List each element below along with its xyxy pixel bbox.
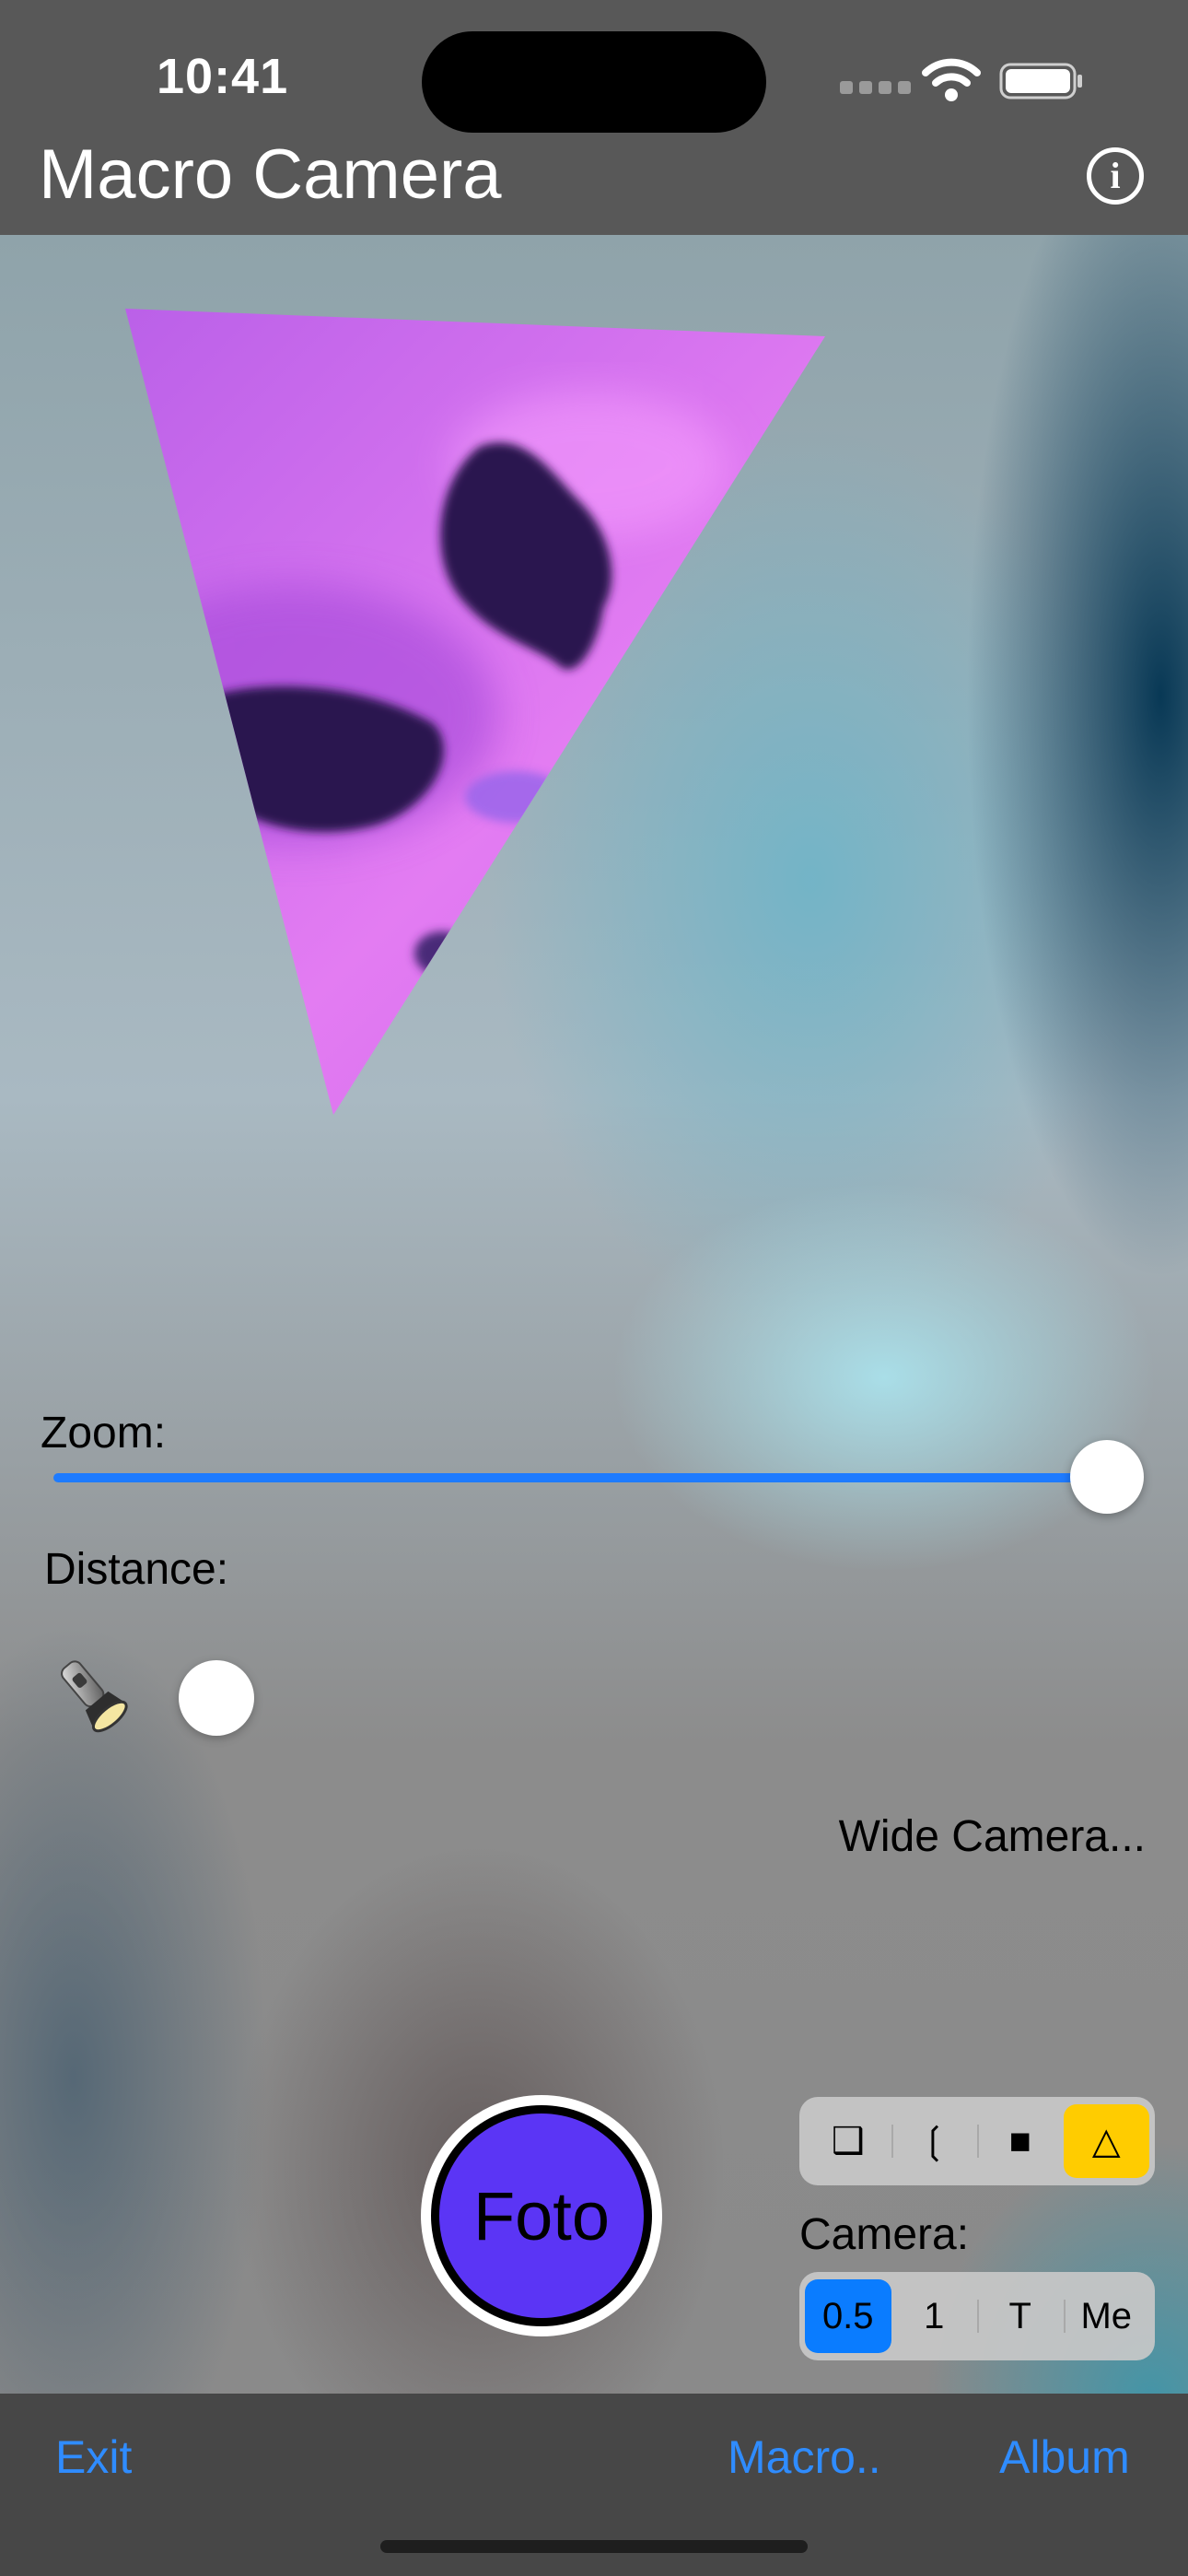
square-shadow-icon: ❑ [831, 2121, 865, 2161]
shutter-fill: Foto [439, 2113, 644, 2318]
exit-button[interactable]: Exit [55, 2430, 132, 2484]
shape-segmented-control: ❑ ❲ ■ △ [799, 2097, 1155, 2185]
shutter-label: Foto [472, 2177, 611, 2254]
cellular-signal-icon [840, 81, 917, 99]
album-button[interactable]: Album [999, 2430, 1130, 2484]
shape-option-square[interactable]: ■ [977, 2104, 1064, 2178]
distance-slider-thumb[interactable] [179, 1660, 254, 1736]
circle-shadow-icon: ❲ [918, 2121, 949, 2161]
camera-label: Camera: [799, 2210, 970, 2259]
shape-option-square-shadow[interactable]: ❑ [805, 2104, 891, 2178]
battery-icon [999, 63, 1082, 100]
triangle-macro-overlay [125, 309, 825, 1115]
square-icon: ■ [1008, 2120, 1031, 2161]
shape-option-circle-shadow[interactable]: ❲ [891, 2104, 978, 2178]
zoom-slider-thumb[interactable] [1070, 1440, 1144, 1514]
camera-option-ultrawide[interactable]: 0.5 [805, 2279, 891, 2353]
dynamic-island [422, 31, 766, 133]
camera-option-me[interactable]: Me [1063, 2279, 1150, 2353]
page-title: Macro Camera [39, 135, 502, 214]
info-icon: i [1110, 155, 1121, 196]
macro-button[interactable]: Macro.. [728, 2430, 881, 2484]
zoom-label: Zoom: [41, 1409, 167, 1458]
zoom-slider-track[interactable] [53, 1473, 1107, 1482]
wifi-icon [922, 58, 981, 101]
camera-status-text: Wide Camera... [838, 1812, 1146, 1861]
shape-option-triangle[interactable]: △ [1063, 2104, 1149, 2178]
home-indicator [380, 2540, 808, 2553]
flashlight-icon[interactable] [48, 1651, 136, 1739]
info-button[interactable]: i [1087, 147, 1144, 205]
camera-option-telephoto[interactable]: T [977, 2279, 1064, 2353]
camera-preview[interactable] [0, 235, 1188, 2394]
foto-shutter-button[interactable]: Foto [431, 2105, 652, 2326]
camera-option-wide[interactable]: 1 [891, 2279, 978, 2353]
status-time: 10:41 [157, 49, 289, 104]
distance-label: Distance: [44, 1545, 229, 1594]
camera-segmented-control: 0.5 1 T Me [799, 2272, 1155, 2360]
triangle-icon: △ [1091, 2121, 1121, 2161]
